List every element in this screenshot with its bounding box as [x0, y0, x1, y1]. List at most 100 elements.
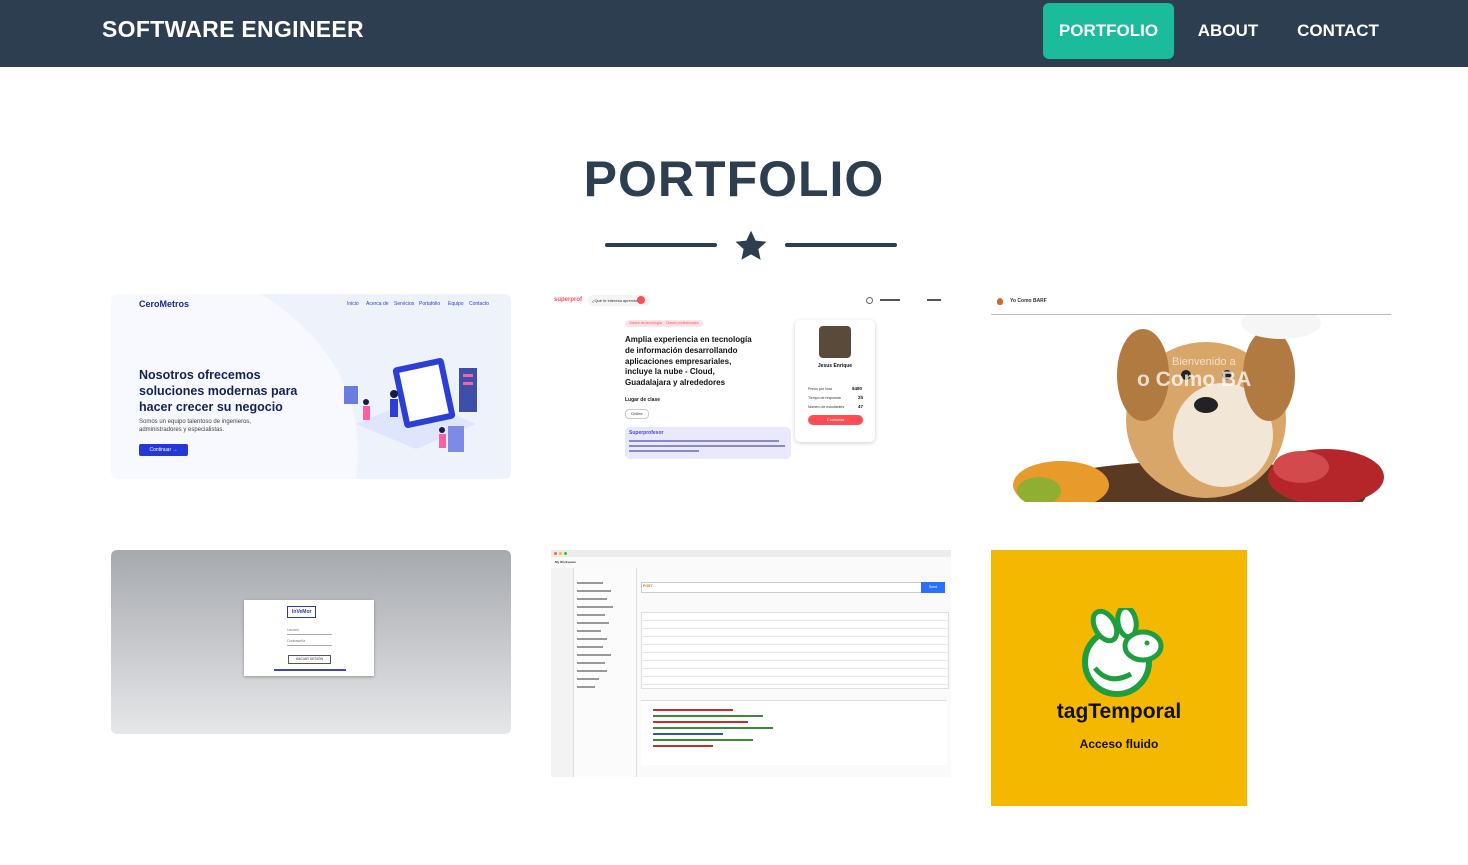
superprof-row-1-label: Precio por hora [808, 387, 832, 391]
portfolio-item-yo-como-barf[interactable]: Yo Como BARF Bienvenido a o Como BA [991, 294, 1391, 502]
divider-line-right [785, 243, 897, 247]
postman-titlebar [551, 550, 951, 557]
cerometros-sub-1: Somos un equipo talentoso de ingenieros, [139, 419, 252, 425]
response-line-1 [653, 709, 733, 711]
response-line-4 [653, 727, 773, 729]
login-footer-links [274, 669, 346, 671]
superprof-row-2-value: 2h [858, 395, 864, 400]
superprof-contact-button: Contactar [808, 415, 863, 425]
postman-params-table [641, 612, 949, 689]
superprof-row-3-label: Número de estudiantes [808, 405, 845, 409]
superprof-tag-2: Clases profesionales [662, 320, 703, 327]
cerometros-logo: CeroMetros [139, 299, 190, 309]
collection-line-7 [577, 630, 601, 632]
postman-url-bar [641, 582, 923, 593]
divider-line-left [605, 243, 717, 247]
collection-line-10 [577, 654, 611, 656]
navbar: SOFTWARE ENGINEER PORTFOLIO ABOUT CONTAC… [0, 0, 1468, 67]
collection-line-14 [577, 686, 595, 688]
cerometros-menu-4: Portafolio [419, 301, 441, 307]
cerometros-menu-1: Inicio [347, 301, 359, 307]
tagtemporal-title: tagTemporal [1056, 700, 1182, 723]
portfolio-item-cerometros[interactable]: CeroMetros Inicio Acerca de Servicios Po… [111, 294, 511, 479]
response-line-6 [653, 739, 753, 741]
postman-icon-rail [551, 568, 574, 777]
superprof-nav-link-2 [927, 299, 941, 301]
portfolio-item-tagtemporal[interactable]: tagTemporal Acceso fluido [991, 550, 1247, 806]
login-logo: InVeMor [287, 606, 317, 618]
collection-line-12 [577, 670, 607, 672]
collection-line-1 [577, 582, 603, 584]
superprof-teacher-name: Jesus Enrique [817, 363, 853, 369]
response-line-2 [653, 715, 763, 717]
superprof-headline-3: aplicaciones empresariales, [625, 357, 732, 366]
login-user-underline [287, 634, 332, 635]
portfolio-item-superprof[interactable]: superprof ¿Qué te interesa aprender? Cla… [551, 294, 951, 464]
postman-method: POST [643, 584, 653, 588]
superprof-headline-4: incluye la nube - Cloud, [625, 367, 715, 376]
collection-line-11 [577, 662, 605, 664]
cerometros-menu-6: Contacto [469, 301, 490, 307]
login-pass-underline [287, 645, 332, 646]
superprof-box-text-line-3 [629, 450, 699, 452]
cerometros-menu-2: Acerca de [366, 301, 389, 307]
postman-collections-panel [574, 568, 637, 777]
response-line-5 [653, 733, 723, 735]
cerometros-headline-1: Nosotros ofrecemos [139, 368, 261, 382]
superprof-row-3-value: 47 [858, 404, 864, 409]
login-pass-field: Contraseña [287, 639, 306, 643]
superprof-row-2-label: Tiempo de respuesta [808, 396, 841, 400]
superprof-avatar [819, 326, 851, 358]
postman-response-panel [641, 700, 947, 765]
brand-logo[interactable]: SOFTWARE ENGINEER [102, 16, 364, 43]
superprof-tag-1: Clases de tecnología [625, 320, 666, 327]
barf-welcome-text: Bienvenido a [1172, 356, 1236, 368]
barf-logo-icon [997, 298, 1003, 305]
collection-line-2 [577, 590, 611, 592]
collection-line-13 [577, 678, 599, 680]
cerometros-menu-3: Servicios [394, 301, 415, 307]
barf-header-title: Yo Como BARF [1010, 298, 1047, 304]
portfolio-item-login-page[interactable]: InVeMor Usuario Contraseña INICIAR SESIÓ… [111, 550, 511, 734]
superprof-headline-2: de información desarrollando [625, 346, 738, 355]
cerometros-headline-2: soluciones modernas para [139, 384, 298, 398]
superprof-logo: superprof [554, 297, 583, 303]
login-box: InVeMor Usuario Contraseña INICIAR SESIÓ… [244, 600, 374, 676]
collection-line-3 [577, 598, 607, 600]
nav-link-portfolio[interactable]: PORTFOLIO [1043, 3, 1174, 59]
nav-link-contact[interactable]: CONTACT [1285, 3, 1391, 59]
collection-line-9 [577, 646, 603, 648]
cerometros-sub-2: administradores y especialistas. [139, 427, 225, 433]
section-title: PORTFOLIO [583, 151, 885, 207]
cerometros-headline-3: hacer crecer su negocio [139, 400, 283, 414]
superprof-headline-1: Amplia experiencia en tecnología [625, 335, 752, 344]
superprof-place-label: Lugar de clase [625, 397, 661, 403]
superprof-search-icon [637, 296, 645, 304]
portfolio-item-postman-screenshot[interactable]: My Workspace POST Send [551, 550, 951, 777]
superprof-row-1-value: $480 [852, 386, 863, 391]
nav-link-about[interactable]: ABOUT [1180, 3, 1276, 59]
rabbit-logo-icon [1082, 608, 1164, 697]
response-line-7 [653, 745, 713, 747]
login-user-field: Usuario [287, 628, 300, 632]
window-close-icon [554, 552, 557, 555]
cerometros-continue-button: Continuar → [139, 444, 188, 456]
superprof-headline-5: Guadalajara y alrededores [625, 378, 726, 387]
star-icon [735, 230, 767, 260]
superprof-info-box: Superprofesor [625, 427, 791, 459]
window-maximize-icon [564, 552, 567, 555]
superprof-nav-link-1 [880, 299, 900, 301]
superprof-place-value: Online [625, 409, 649, 419]
cerometros-illustration [344, 358, 477, 452]
cerometros-menu-5: Equipo [448, 301, 464, 307]
collection-line-4 [577, 606, 613, 608]
barf-hero-title: o Como BA [1137, 368, 1252, 391]
superprof-teacher-card: Jesus Enrique Precio por hora $480 Tiemp… [795, 320, 875, 442]
barf-hero-image [991, 315, 1391, 502]
collection-line-5 [577, 614, 605, 616]
collection-line-8 [577, 638, 607, 640]
superprof-box-text-line-2 [629, 445, 785, 447]
login-submit-button: INICIAR SESIÓN [288, 655, 331, 664]
postman-workspace-label: My Workspace [555, 560, 576, 564]
response-line-3 [653, 721, 748, 723]
